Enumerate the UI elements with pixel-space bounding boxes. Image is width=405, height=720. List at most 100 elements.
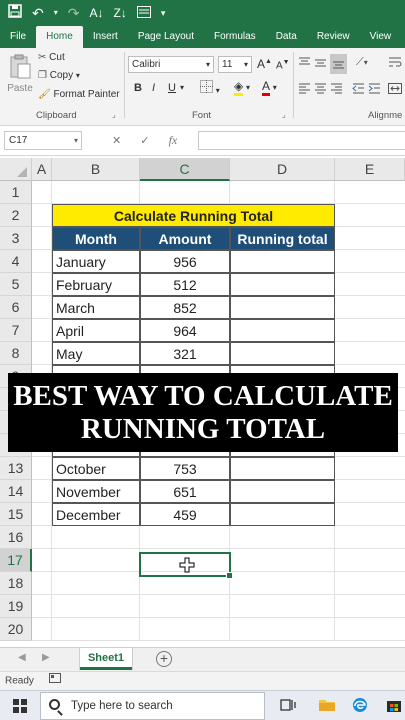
column-header-d[interactable]: D xyxy=(230,158,335,181)
header-month[interactable]: Month xyxy=(52,227,140,250)
row-header[interactable]: 14 xyxy=(0,480,32,503)
store-icon[interactable] xyxy=(386,697,402,713)
header-amount[interactable]: Amount xyxy=(140,227,230,250)
amount-cell[interactable]: 651 xyxy=(140,480,230,503)
tab-data[interactable]: Data xyxy=(266,26,307,48)
month-cell[interactable]: May xyxy=(52,342,140,365)
month-cell[interactable]: October xyxy=(52,457,140,480)
column-header-b[interactable]: B xyxy=(52,158,140,181)
column-header-c[interactable]: C xyxy=(140,158,230,181)
amount-cell[interactable]: 964 xyxy=(140,319,230,342)
row-header[interactable]: 4 xyxy=(0,250,32,273)
month-cell[interactable]: January xyxy=(52,250,140,273)
select-all-corner[interactable] xyxy=(0,158,32,181)
copy-dropdown-icon[interactable]: ▾ xyxy=(76,71,80,80)
underline-dropdown-icon[interactable]: ▾ xyxy=(180,83,184,92)
copy-button[interactable]: ❐ Copy ▾ xyxy=(38,70,80,81)
taskbar-search[interactable]: Type here to search xyxy=(40,692,265,720)
align-left-button[interactable] xyxy=(298,82,311,98)
tab-home[interactable]: Home xyxy=(36,26,83,48)
orientation-button[interactable]: ⟋▾ xyxy=(356,56,368,69)
amount-cell[interactable]: 852 xyxy=(140,296,230,319)
name-box[interactable]: C17 ▾ xyxy=(4,131,82,150)
font-size-select[interactable]: 11 ▾ xyxy=(218,56,252,73)
tab-insert[interactable]: Insert xyxy=(83,26,128,48)
formula-input[interactable] xyxy=(198,131,405,150)
month-cell[interactable]: February xyxy=(52,273,140,296)
decrease-indent-button[interactable] xyxy=(352,82,365,98)
running-total-cell[interactable] xyxy=(230,503,335,526)
column-header-e[interactable]: E xyxy=(335,158,405,181)
sort-descending-icon[interactable]: Z↓ xyxy=(114,0,127,26)
tab-formulas[interactable]: Formulas xyxy=(204,26,266,48)
redo-icon[interactable]: ↷ xyxy=(68,0,80,26)
month-cell[interactable]: December xyxy=(52,503,140,526)
running-total-cell[interactable] xyxy=(230,457,335,480)
sheet-tab-sheet1[interactable]: Sheet1 xyxy=(80,648,132,670)
month-cell[interactable]: April xyxy=(52,319,140,342)
row-header[interactable]: 8 xyxy=(0,342,32,365)
tab-page-layout[interactable]: Page Layout xyxy=(128,26,204,48)
undo-dropdown-icon[interactable]: ▾ xyxy=(54,0,58,26)
increase-font-size-button[interactable]: A▲ xyxy=(257,57,272,71)
insert-function-button[interactable]: fx xyxy=(169,133,178,147)
tab-review[interactable]: Review xyxy=(307,26,360,48)
decrease-font-size-button[interactable]: A▼ xyxy=(276,59,290,71)
row-header[interactable]: 3 xyxy=(0,227,32,250)
italic-button[interactable]: I xyxy=(152,82,155,94)
selected-cell[interactable] xyxy=(139,552,233,579)
row-header[interactable]: 18 xyxy=(0,572,32,595)
middle-align-button[interactable] xyxy=(314,56,327,72)
month-cell[interactable]: November xyxy=(52,480,140,503)
running-total-cell[interactable] xyxy=(230,273,335,296)
top-align-button[interactable] xyxy=(298,56,311,72)
month-cell[interactable]: March xyxy=(52,296,140,319)
row-header[interactable]: 7 xyxy=(0,319,32,342)
save-icon[interactable] xyxy=(8,0,22,26)
underline-button[interactable]: U xyxy=(168,82,176,94)
row-header[interactable]: 6 xyxy=(0,296,32,319)
edge-browser-icon[interactable] xyxy=(352,697,368,713)
borders-button[interactable]: ▾ xyxy=(200,80,220,96)
form-icon[interactable] xyxy=(136,0,151,26)
cut-button[interactable]: ✂ Cut xyxy=(38,52,65,63)
bold-button[interactable]: B xyxy=(134,82,142,94)
header-running-total[interactable]: Running total xyxy=(230,227,335,250)
windows-start-icon[interactable] xyxy=(13,699,27,713)
enter-icon[interactable]: ✓ xyxy=(140,135,149,147)
sort-ascending-icon[interactable]: A↓ xyxy=(89,0,103,26)
merge-center-button[interactable] xyxy=(388,82,402,98)
wrap-text-button[interactable] xyxy=(388,56,402,72)
undo-icon[interactable]: ↶ xyxy=(32,0,44,26)
amount-cell[interactable]: 956 xyxy=(140,250,230,273)
add-sheet-button[interactable]: + xyxy=(156,651,172,667)
running-total-cell[interactable] xyxy=(230,480,335,503)
row-header[interactable]: 16 xyxy=(0,526,32,549)
row-header[interactable]: 13 xyxy=(0,457,32,480)
name-box-dropdown-icon[interactable]: ▾ xyxy=(74,132,78,149)
row-header[interactable]: 1 xyxy=(0,181,32,204)
font-launcher-icon[interactable]: ⌟ xyxy=(282,110,286,119)
align-center-button[interactable] xyxy=(314,82,327,98)
cancel-icon[interactable]: ✕ xyxy=(112,135,121,147)
row-header[interactable]: 19 xyxy=(0,595,32,618)
task-view-icon[interactable] xyxy=(280,697,296,713)
running-total-cell[interactable] xyxy=(230,342,335,365)
row-header[interactable]: 20 xyxy=(0,618,32,641)
row-header[interactable]: 17 xyxy=(0,549,32,572)
font-color-button[interactable]: A ▾ xyxy=(262,79,277,96)
next-sheet-icon[interactable]: ▶ xyxy=(42,652,50,663)
amount-cell[interactable]: 459 xyxy=(140,503,230,526)
file-explorer-icon[interactable] xyxy=(318,697,335,713)
font-name-select[interactable]: Calibri ▾ xyxy=(128,56,214,73)
paste-button[interactable]: Paste xyxy=(6,54,34,94)
row-header[interactable]: 15 xyxy=(0,503,32,526)
align-right-button[interactable] xyxy=(330,82,343,98)
amount-cell[interactable]: 753 xyxy=(140,457,230,480)
table-title[interactable]: Calculate Running Total xyxy=(52,204,335,227)
column-header-a[interactable]: A xyxy=(32,158,52,181)
prev-sheet-icon[interactable]: ◀ xyxy=(18,652,26,663)
amount-cell[interactable]: 321 xyxy=(140,342,230,365)
tab-view[interactable]: View xyxy=(360,26,402,48)
bottom-align-button[interactable] xyxy=(330,54,347,74)
